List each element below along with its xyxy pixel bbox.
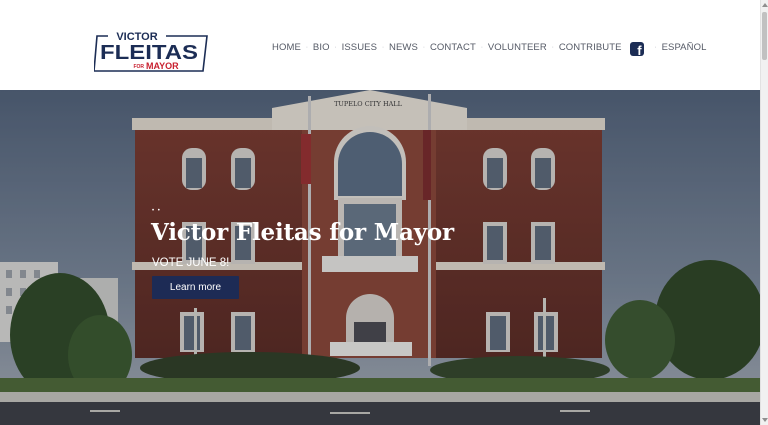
nav-volunteer[interactable]: VOLUNTEER	[488, 42, 547, 53]
scroll-up-arrow-icon[interactable]	[762, 3, 768, 7]
nav-espanol[interactable]: ESPAÑOL	[662, 42, 707, 53]
facebook-icon[interactable]: f	[629, 42, 644, 56]
logo-line3-small: FOR	[133, 64, 144, 70]
nav-separator: ·	[305, 43, 309, 51]
slider-dots: • •	[152, 208, 161, 214]
learn-more-button[interactable]: Learn more	[152, 276, 239, 299]
nav-news[interactable]: NEWS	[389, 42, 418, 53]
hero-banner: TUPELO CITY HALL • • Victor Fleitas for …	[0, 90, 760, 425]
main-nav: HOME · BIO · ISSUES · NEWS · CONTACT · V…	[272, 38, 706, 56]
nav-home[interactable]: HOME	[272, 42, 301, 53]
nav-separator: ·	[551, 43, 554, 51]
hero-overlay	[0, 90, 760, 425]
scroll-down-arrow-icon[interactable]	[762, 418, 768, 422]
nav-separator: ·	[422, 43, 426, 51]
nav-separator: ·	[381, 43, 385, 51]
campaign-logo[interactable]: VICTOR FLEITAS FOR MAYOR	[94, 30, 208, 72]
nav-separator: ·	[334, 43, 337, 51]
scrollbar[interactable]	[760, 0, 768, 425]
scrollbar-thumb[interactable]	[762, 12, 767, 60]
site-header: VICTOR FLEITAS FOR MAYOR HOME · BIO · IS…	[0, 0, 760, 90]
nav-issues[interactable]: ISSUES	[342, 42, 377, 53]
nav-separator: ·	[480, 43, 484, 51]
nav-bio[interactable]: BIO	[313, 42, 330, 53]
nav-separator: ·	[654, 43, 657, 51]
nav-contact[interactable]: CONTACT	[430, 42, 476, 53]
nav-contribute[interactable]: CONTRIBUTE	[559, 42, 622, 53]
hero-title: Victor Fleitas for Mayor	[151, 219, 454, 246]
hero-subtitle: VOTE JUNE 8!	[152, 257, 230, 269]
logo-line3-big: MAYOR	[146, 61, 179, 71]
